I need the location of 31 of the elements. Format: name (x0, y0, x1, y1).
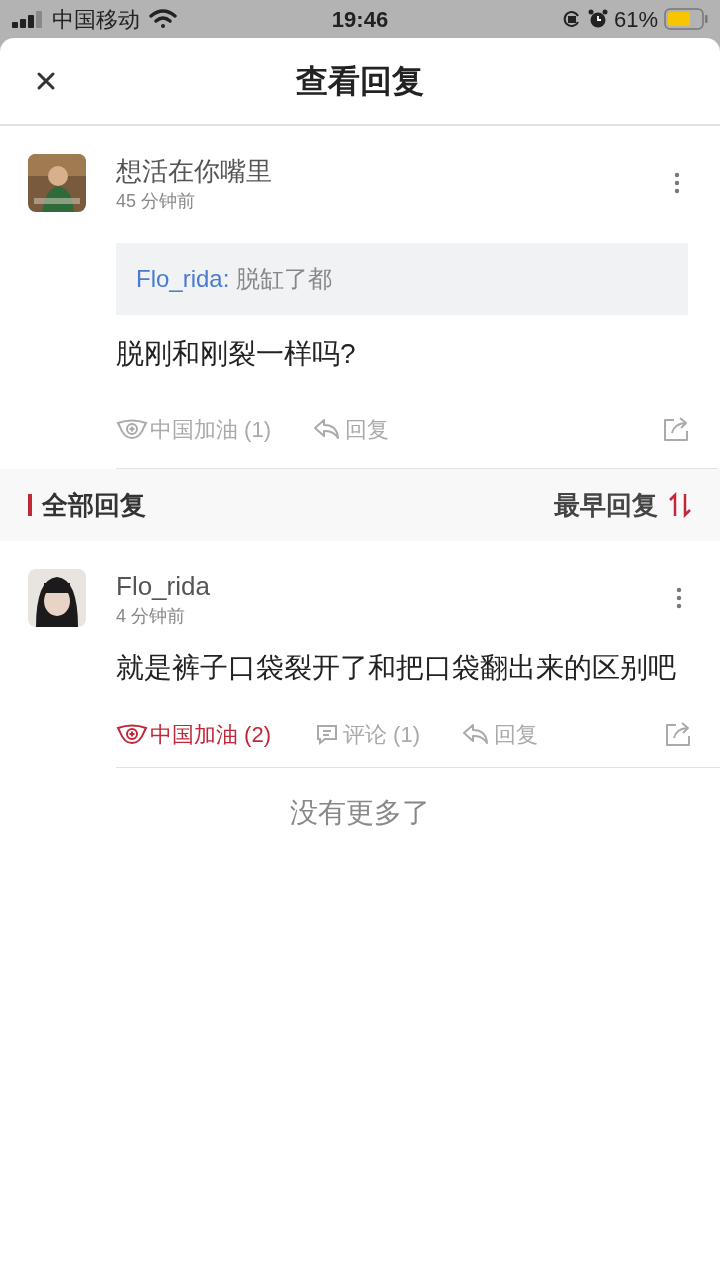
cheer-button[interactable]: 中国加油 (2) (116, 717, 271, 751)
signal-icon (12, 10, 44, 28)
sort-icon (668, 492, 692, 518)
rotation-lock-icon (561, 9, 582, 29)
post-time: 4 分钟前 (116, 605, 186, 628)
page-title: 查看回复 (295, 62, 425, 101)
share-icon[interactable] (664, 720, 692, 748)
comment-icon (315, 722, 339, 746)
carrier-name: 中国移动 (52, 5, 140, 34)
share-icon[interactable] (662, 415, 690, 443)
reply-icon (313, 417, 341, 441)
end-of-list-text: 没有更多了 (289, 796, 431, 830)
battery-percent: 61% (613, 5, 658, 34)
section-title: 全部回复 (42, 488, 147, 522)
mask-icon (116, 418, 148, 440)
clock-time: 19:46 (330, 5, 390, 34)
battery-icon (664, 8, 708, 30)
more-icon[interactable] (674, 172, 680, 194)
comment-text: 脱刚和刚裂一样吗? (116, 337, 357, 371)
sort-button[interactable]: 最早回复 (554, 485, 692, 525)
mask-icon (116, 723, 148, 745)
post-time: 45 分钟前 (116, 190, 197, 213)
wifi-icon (148, 8, 178, 30)
close-icon[interactable] (36, 71, 56, 91)
quoted-comment: Flo_rida: 脱缸了都 (116, 243, 688, 315)
reply-icon (462, 722, 490, 746)
author-name[interactable]: 想活在你嘴里 (116, 154, 272, 188)
author-name[interactable]: Flo_rida (116, 569, 210, 603)
alarm-icon (587, 9, 608, 29)
more-icon[interactable] (676, 587, 682, 609)
reply-text: 就是裤子口袋裂开了和把口袋翻出来的区别吧 (116, 651, 677, 685)
